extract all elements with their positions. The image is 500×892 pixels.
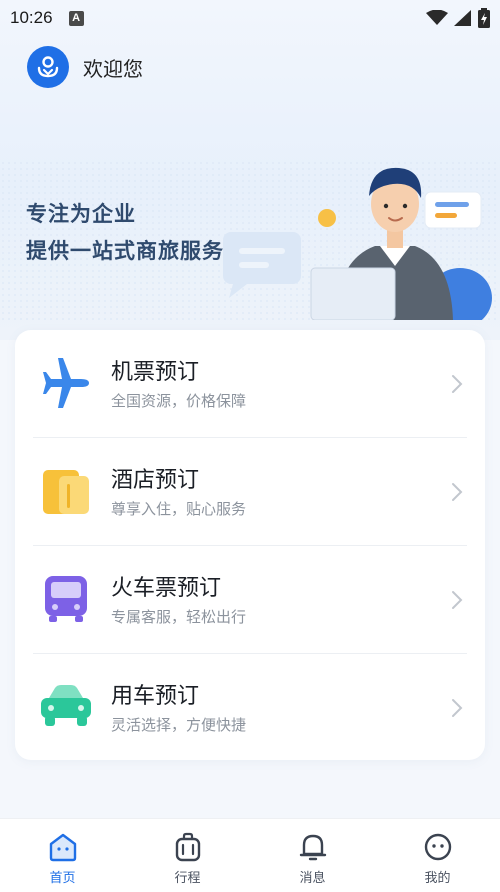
luggage-icon <box>175 832 200 862</box>
tab-messages[interactable]: 消息 <box>250 819 375 892</box>
services-card: 机票预订 全国资源，价格保障 酒店预订 尊享入住，贴心服务 火车票预订 专属客服… <box>15 330 485 760</box>
hero-slogan: 专注为企业 提供一站式商旅服务 <box>26 196 224 270</box>
train-icon <box>45 576 87 622</box>
service-title: 用车预订 <box>111 684 200 709</box>
chevron-right-icon <box>452 483 463 501</box>
train-booking-item[interactable]: 火车票预订 专属客服，轻松出行 <box>15 546 485 654</box>
signal-icon <box>454 10 471 26</box>
tab-label: 首页 <box>49 871 76 886</box>
wifi-icon <box>426 10 448 25</box>
header: 欢迎您 <box>27 46 143 88</box>
status-bar: 10:26 A <box>0 0 500 36</box>
tab-profile[interactable]: 我的 <box>375 819 500 892</box>
service-subtitle: 灵活选择，方便快捷 <box>111 716 247 734</box>
hero-line-2: 提供一站式商旅服务 <box>26 239 224 263</box>
tab-label: 消息 <box>299 871 326 886</box>
service-subtitle: 全国资源，价格保障 <box>111 392 247 410</box>
hotel-icon <box>43 470 89 514</box>
service-title: 机票预订 <box>111 360 200 385</box>
status-time: 10:26 <box>10 8 53 27</box>
flight-booking-item[interactable]: 机票预订 全国资源，价格保障 <box>15 330 485 438</box>
service-subtitle: 尊享入住，贴心服务 <box>111 500 247 518</box>
battery-charging-icon <box>478 8 490 28</box>
tab-label: 我的 <box>424 871 451 886</box>
welcome-text: 欢迎您 <box>83 56 143 81</box>
car-icon <box>41 685 91 726</box>
bottom-tab-bar: 首页 行程 消息 我的 <box>0 818 500 892</box>
service-subtitle: 专属客服，轻松出行 <box>111 608 247 626</box>
service-title: 火车票预订 <box>111 576 222 601</box>
home-icon <box>49 833 76 862</box>
company-logo-icon <box>27 46 69 88</box>
tab-itinerary[interactable]: 行程 <box>125 819 250 892</box>
airplane-icon <box>43 358 89 408</box>
chevron-right-icon <box>452 699 463 717</box>
business-person-illustration <box>223 167 492 320</box>
hero-line-1: 专注为企业 <box>26 202 136 226</box>
service-title: 酒店预订 <box>111 468 200 493</box>
car-booking-item[interactable]: 用车预订 灵活选择，方便快捷 <box>15 654 485 762</box>
tab-home[interactable]: 首页 <box>0 819 125 892</box>
notification-icon: A <box>68 10 84 26</box>
profile-icon <box>424 833 451 861</box>
chevron-right-icon <box>452 591 463 609</box>
chevron-right-icon <box>452 375 463 393</box>
bell-icon <box>299 834 326 861</box>
hotel-booking-item[interactable]: 酒店预订 尊享入住，贴心服务 <box>15 438 485 546</box>
tab-label: 行程 <box>174 871 201 886</box>
status-icons <box>426 8 490 28</box>
